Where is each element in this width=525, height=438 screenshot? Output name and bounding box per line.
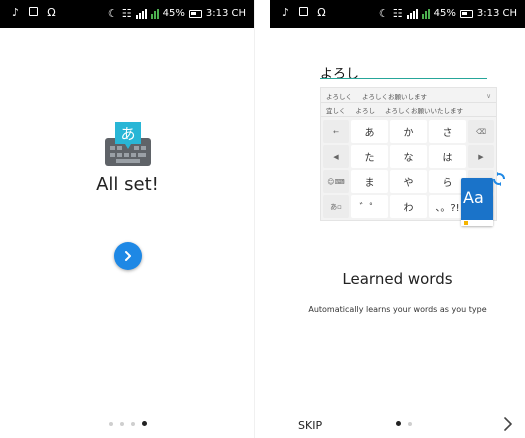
keyboard-key: ⌫ (468, 120, 494, 143)
logo-glyph: あ (120, 125, 135, 143)
page-description: Automatically learns your words as you t… (308, 305, 487, 314)
candidate-word: よろしくお願いします (362, 93, 427, 101)
battery-icon (459, 9, 473, 18)
message-icon (28, 6, 39, 19)
clock: 3:13 CH (476, 8, 517, 19)
dictionary-card-icon: Aa (461, 178, 493, 226)
music-note-icon: ♪ (281, 6, 290, 19)
moon-icon: ☾ (378, 7, 389, 20)
candidate-row-1: よろしく よろしくお願いします ∨ (321, 90, 496, 103)
candidate-word: 宜しく (326, 107, 346, 115)
keyboard-key: た (351, 145, 388, 168)
next-button[interactable] (114, 242, 142, 270)
keyboard-key: わ (390, 195, 427, 218)
setup-screen-learned-words: ♪ Ω ☾ ☷ 45% 3:13 CH よろし よろしく よろしくお願いします … (270, 0, 525, 438)
keyboard-key: ◀ (323, 145, 349, 168)
page-dot-active (142, 421, 147, 426)
page-indicator (396, 421, 412, 426)
headset-icon: Ω (317, 6, 326, 19)
battery-icon (188, 9, 202, 18)
keyboard-key: ゛゜ (351, 195, 388, 218)
page-dot (131, 421, 135, 426)
signal-green-icon (150, 8, 159, 19)
keyboard-key: さ (429, 120, 466, 143)
candidate-word: よろしく (326, 93, 352, 101)
headset-icon: Ω (47, 6, 56, 19)
keyboard-key: あ▫ (323, 195, 349, 218)
page-title: All set! (96, 174, 159, 195)
sync-icon (493, 172, 505, 186)
expand-candidates-icon: ∨ (486, 92, 491, 100)
keyboard-key: ☺⌨ (323, 170, 349, 193)
wifi-icon: ☷ (392, 7, 403, 20)
message-icon (298, 6, 309, 19)
moon-icon: ☾ (107, 7, 118, 20)
illustration-input-text: よろし (320, 67, 360, 82)
chevron-right-icon (125, 251, 131, 261)
candidate-word: よろし (355, 107, 376, 115)
page-title: Learned words (342, 270, 453, 288)
keyboard-key: ま (351, 170, 388, 193)
wifi-icon: ☷ (121, 7, 132, 20)
keyboard-key: な (390, 145, 427, 168)
next-chevron-button[interactable] (502, 416, 514, 432)
page-dot (109, 421, 113, 426)
keyboard-key: ▶ (468, 145, 494, 168)
page-indicator (109, 421, 147, 426)
keyboard-key: は (429, 145, 466, 168)
battery-percent: 45% (433, 8, 456, 19)
candidate-word: よろしくお願いいたします (385, 107, 463, 115)
gboard-keyboard-icon: あ (105, 122, 151, 166)
page-dot (408, 421, 412, 426)
page-dot (120, 421, 124, 426)
status-bar: ♪ Ω ☾ ☷ 45% 3:13 CH (0, 0, 254, 28)
signal-icon (135, 8, 147, 19)
input-underline (320, 78, 487, 79)
clock: 3:13 CH (205, 8, 246, 19)
setup-screen-all-set: ♪ Ω ☾ ☷ 45% 3:13 CH あ All set! (0, 0, 255, 438)
signal-green-icon (421, 8, 430, 19)
keyboard-key: か (390, 120, 427, 143)
status-bar: ♪ Ω ☾ ☷ 45% 3:13 CH (270, 0, 525, 28)
keyboard-key: ← (323, 120, 349, 143)
keyboard-key: や (390, 170, 427, 193)
battery-percent: 45% (162, 8, 185, 19)
candidate-row-2: 宜しく よろし よろしくお願いいたします (321, 104, 496, 117)
page-dot-active (396, 421, 401, 426)
keyboard-key: あ (351, 120, 388, 143)
music-note-icon: ♪ (11, 6, 20, 19)
skip-button[interactable]: SKIP (298, 419, 322, 432)
dictionary-card-text: Aa (463, 188, 484, 207)
signal-icon (406, 8, 418, 19)
